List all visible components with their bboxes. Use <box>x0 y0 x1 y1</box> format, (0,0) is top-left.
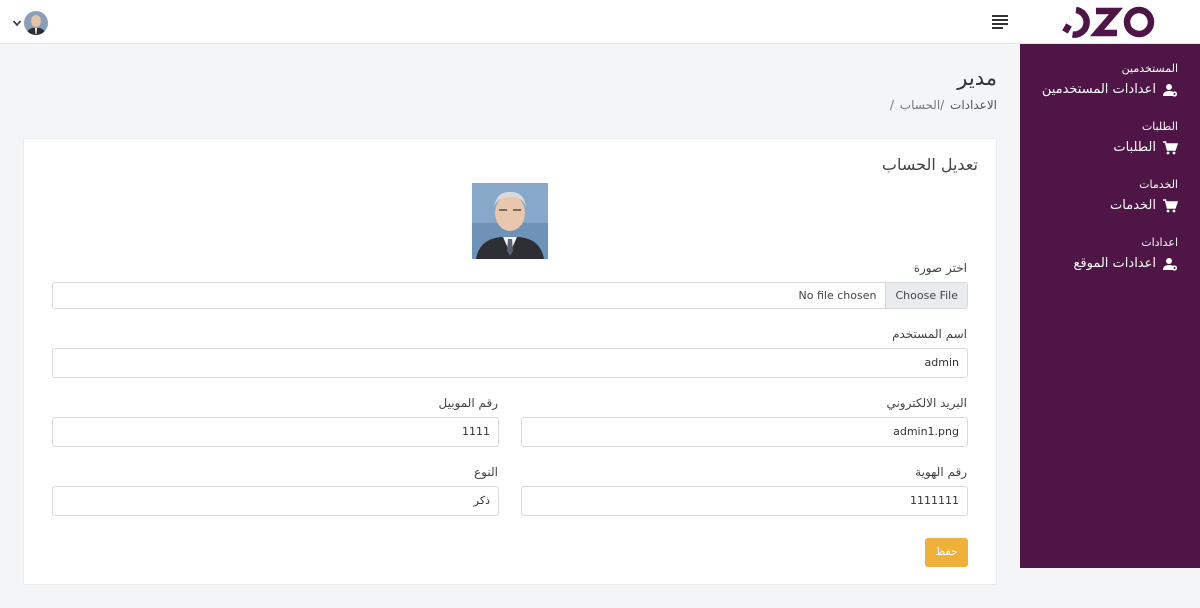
username-input[interactable]: admin <box>52 348 968 378</box>
sidebar-category-users: المستخدمين <box>1121 62 1178 75</box>
breadcrumb: الاعدادات /الحساب / <box>888 98 997 112</box>
breadcrumb-item-settings[interactable]: الاعدادات <box>950 98 997 112</box>
sidebar-category-orders: الطلبات <box>1141 120 1178 133</box>
breadcrumb-separator: / <box>889 98 894 112</box>
choose-file-button[interactable]: Choose File <box>885 283 967 308</box>
sidebar-category-services: الخدمات <box>1139 178 1178 191</box>
chevron-down-icon <box>12 20 22 27</box>
mobile-label: رقم الموبيل <box>438 396 498 410</box>
ozo-logo[interactable] <box>1060 4 1160 40</box>
sidebar-item-site-settings[interactable]: اعدادات الموقع <box>1020 252 1200 276</box>
file-status: No file chosen <box>798 289 877 302</box>
cart-icon <box>1163 199 1178 213</box>
users-cog-icon <box>1163 84 1178 97</box>
sidebar-item-services[interactable]: الخدمات <box>1020 194 1200 218</box>
hamburger-icon[interactable] <box>992 14 1010 30</box>
gender-label: النوع <box>474 465 498 479</box>
sidebar-item-label: اعدادات الموقع <box>1073 256 1156 271</box>
sidebar-item-orders[interactable]: الطلبات <box>1020 136 1200 160</box>
card-title: تعديل الحساب <box>881 155 978 174</box>
sidebar-item-user-settings[interactable]: اعدادات المستخدمين <box>1020 78 1200 102</box>
edit-account-card: تعديل الحساب اختر صورة Choose File No fi… <box>23 138 997 585</box>
image-file-input[interactable]: Choose File No file chosen <box>52 282 968 309</box>
sidebar-item-label: اعدادات المستخدمين <box>1041 82 1156 97</box>
profile-picture <box>472 183 548 259</box>
email-label: البريد الالكتروني <box>886 396 967 410</box>
sidebar: المستخدمين اعدادات المستخدمين الطلبات ال… <box>1020 44 1200 568</box>
users-cog-icon <box>1163 258 1178 271</box>
image-label: اختر صورة <box>913 261 967 275</box>
sidebar-item-label: الخدمات <box>1110 198 1156 213</box>
id-number-label: رقم الهوية <box>915 465 967 479</box>
sidebar-item-label: الطلبات <box>1113 140 1156 155</box>
top-bar <box>0 0 1200 44</box>
username-label: اسم المستخدم <box>892 327 967 341</box>
save-button[interactable]: حفظ <box>925 538 968 567</box>
user-avatar <box>24 11 48 35</box>
sidebar-category-settings: اعدادات <box>1141 236 1178 249</box>
email-input[interactable]: admin1.png <box>521 417 968 447</box>
mobile-input[interactable]: 1111 <box>52 417 499 447</box>
breadcrumb-item-account[interactable]: /الحساب <box>900 98 944 112</box>
user-menu[interactable] <box>12 10 48 36</box>
cart-icon <box>1163 141 1178 155</box>
page-title: مدير <box>957 66 997 90</box>
id-number-input[interactable]: 1111111 <box>521 486 968 516</box>
gender-input[interactable]: ذكر <box>52 486 499 516</box>
